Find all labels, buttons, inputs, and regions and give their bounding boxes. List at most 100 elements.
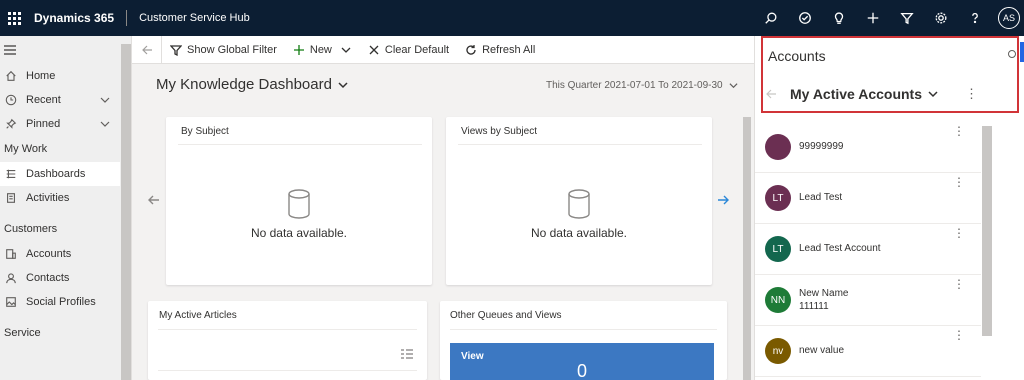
new-button[interactable]: New xyxy=(285,36,360,64)
divider xyxy=(126,10,128,26)
plus-icon xyxy=(293,44,304,55)
nav-item-label: Pinned xyxy=(26,118,61,130)
more-options-icon[interactable]: ⋮ xyxy=(965,86,978,102)
database-icon xyxy=(288,189,310,219)
avatar[interactable]: AS xyxy=(998,7,1020,29)
card-title: Other Queues and Views xyxy=(450,310,562,321)
settings-icon[interactable] xyxy=(1007,49,1017,59)
next-arrow-icon[interactable] xyxy=(717,194,729,209)
sitemap-nav: Home Recent Pinned My Work Dashboards Ac… xyxy=(0,36,132,380)
side-panel-accounts: Accounts My Active Accounts ⋮ 99999999 ⋮… xyxy=(754,36,1024,380)
view-tile[interactable]: View 0 xyxy=(450,343,714,380)
more-options-icon[interactable]: ⋮ xyxy=(953,124,965,138)
clear-default-button[interactable]: Clear Default xyxy=(360,36,457,64)
show-global-filter-button[interactable]: Show Global Filter xyxy=(162,36,285,64)
card-title: My Active Articles xyxy=(159,310,237,321)
no-data-text: No data available. xyxy=(250,226,348,240)
hub-name[interactable]: Customer Service Hub xyxy=(139,12,250,24)
chevron-down-icon[interactable] xyxy=(100,119,110,129)
nav-item-accounts[interactable]: Accounts xyxy=(0,242,120,266)
button-label: Clear Default xyxy=(384,43,450,56)
list-item[interactable]: LT Lead Test ⋮ xyxy=(755,173,981,224)
more-options-icon[interactable]: ⋮ xyxy=(953,277,965,291)
list-item[interactable]: NN New Name 111111 ⋮ xyxy=(755,275,981,326)
clock-icon xyxy=(4,93,18,107)
view-selector[interactable]: My Active Accounts xyxy=(790,86,938,102)
refresh-icon xyxy=(466,44,476,55)
nav-item-contacts[interactable]: Contacts xyxy=(0,266,120,290)
previous-arrow-icon[interactable] xyxy=(148,194,160,209)
help-icon[interactable] xyxy=(958,0,992,36)
nav-item-activities[interactable]: Activities xyxy=(0,186,120,210)
nav-item-dashboards[interactable]: Dashboards xyxy=(0,162,120,186)
account-list: 99999999 ⋮ LT Lead Test ⋮ LT Lead Test A… xyxy=(755,122,981,377)
scrollbar[interactable] xyxy=(121,44,131,380)
list-item[interactable]: LT Lead Test Account ⋮ xyxy=(755,224,981,275)
refresh-all-button[interactable]: Refresh All xyxy=(457,36,543,64)
nav-item-label: Social Profiles xyxy=(26,296,96,308)
chevron-down-icon xyxy=(928,91,938,98)
filter-icon[interactable] xyxy=(890,0,924,36)
back-arrow-icon[interactable] xyxy=(132,35,162,64)
scrollbar[interactable] xyxy=(982,126,992,336)
person-icon xyxy=(4,271,18,285)
scrollbar[interactable] xyxy=(743,117,751,380)
home-icon xyxy=(4,69,18,83)
page-title: My Knowledge Dashboard xyxy=(156,76,332,93)
panel-title: Accounts xyxy=(768,48,826,64)
divider xyxy=(158,329,417,330)
target-icon[interactable] xyxy=(788,0,822,36)
list-item[interactable]: 99999999 ⋮ xyxy=(755,122,981,173)
list-item[interactable]: nv new value ⋮ xyxy=(755,326,981,377)
divider xyxy=(158,370,417,371)
activities-icon xyxy=(4,191,18,205)
chevron-down-icon[interactable] xyxy=(100,95,110,105)
more-options-icon[interactable]: ⋮ xyxy=(953,328,965,342)
date-range-selector[interactable]: This Quarter 2021-07-01 To 2021-09-30 xyxy=(546,80,738,91)
nav-item-label: Recent xyxy=(26,94,61,106)
view-name: My Active Accounts xyxy=(790,86,922,102)
button-label: Show Global Filter xyxy=(187,43,277,56)
nav-item-label: Home xyxy=(26,70,56,82)
account-name: new value xyxy=(799,345,845,356)
avatar: NN xyxy=(765,287,791,313)
social-profiles-icon xyxy=(4,295,18,309)
hamburger-icon[interactable] xyxy=(0,36,131,64)
close-icon xyxy=(369,45,379,54)
lightbulb-icon[interactable] xyxy=(822,0,856,36)
nav-item-pinned[interactable]: Pinned xyxy=(0,112,120,136)
accounts-icon xyxy=(4,247,18,261)
button-label: Refresh All xyxy=(482,43,536,56)
avatar: LT xyxy=(765,236,791,262)
chevron-down-icon[interactable] xyxy=(340,44,352,56)
divider xyxy=(178,144,422,145)
account-name: 99999999 xyxy=(799,141,844,152)
nav-item-home[interactable]: Home xyxy=(0,64,120,88)
app-name[interactable]: Dynamics 365 xyxy=(34,11,114,25)
back-arrow-icon[interactable] xyxy=(765,88,777,100)
button-label: New xyxy=(309,43,332,56)
account-name: Lead Test Account xyxy=(799,243,881,254)
account-number: 111111 xyxy=(799,301,829,312)
panel-selector-indicator xyxy=(1020,42,1024,62)
avatar xyxy=(765,134,791,160)
plus-icon[interactable] xyxy=(856,0,890,36)
card-title: By Subject xyxy=(181,126,229,137)
dashboard-selector[interactable]: My Knowledge Dashboard xyxy=(156,76,348,93)
list-view-icon[interactable] xyxy=(401,349,413,359)
app-launcher-icon[interactable] xyxy=(2,0,26,36)
avatar: LT xyxy=(765,185,791,211)
dashboard-icon xyxy=(4,167,18,181)
nav-item-recent[interactable]: Recent xyxy=(0,88,120,112)
card-title: Views by Subject xyxy=(461,126,537,137)
nav-item-social-profiles[interactable]: Social Profiles xyxy=(0,290,120,314)
gear-icon[interactable] xyxy=(924,0,958,36)
chart-card-by-subject: By Subject No data available. xyxy=(166,117,432,285)
divider xyxy=(458,144,702,145)
section-title: Customers xyxy=(4,223,58,235)
list-card-my-active-articles: My Active Articles xyxy=(148,301,427,380)
no-data-placeholder: No data available. xyxy=(166,189,432,240)
more-options-icon[interactable]: ⋮ xyxy=(953,175,965,189)
more-options-icon[interactable]: ⋮ xyxy=(953,226,965,240)
search-icon[interactable] xyxy=(754,0,788,36)
